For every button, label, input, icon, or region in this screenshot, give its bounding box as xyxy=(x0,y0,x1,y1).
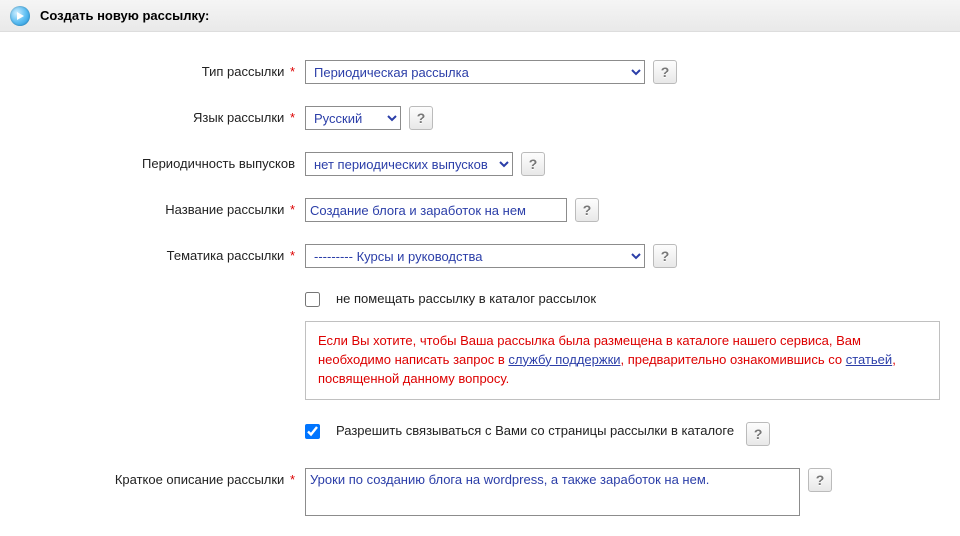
help-icon[interactable]: ? xyxy=(653,244,677,268)
page-title: Создать новую рассылку: xyxy=(40,8,209,23)
label-no-catalog: не помещать рассылку в каталог рассылок xyxy=(336,290,596,306)
select-periodicity[interactable]: нет периодических выпусков xyxy=(305,152,513,176)
checkbox-allow-contact[interactable] xyxy=(305,424,320,439)
page-header: Создать новую рассылку: xyxy=(0,0,960,32)
input-mailing-name[interactable] xyxy=(305,198,567,222)
label-period: Периодичность выпусков xyxy=(10,152,305,171)
help-icon[interactable]: ? xyxy=(521,152,545,176)
select-mailing-type[interactable]: Периодическая рассылка xyxy=(305,60,645,84)
required-mark: * xyxy=(286,110,295,125)
catalog-notice: Если Вы хотите, чтобы Ваша рассылка была… xyxy=(305,321,940,400)
link-article[interactable]: статьей xyxy=(846,352,892,367)
required-mark: * xyxy=(286,64,295,79)
checkbox-no-catalog[interactable] xyxy=(305,292,320,307)
help-icon[interactable]: ? xyxy=(575,198,599,222)
required-mark: * xyxy=(286,202,295,217)
label-allow-contact: Разрешить связываться с Вами со страницы… xyxy=(336,422,734,438)
link-support[interactable]: службу поддержки xyxy=(508,352,620,367)
help-icon[interactable]: ? xyxy=(808,468,832,492)
help-icon[interactable]: ? xyxy=(409,106,433,130)
label-name: Название рассылки * xyxy=(10,198,305,217)
label-lang: Язык рассылки * xyxy=(10,106,305,125)
select-topic[interactable]: --------- Курсы и руководства xyxy=(305,244,645,268)
label-topic: Тематика рассылки * xyxy=(10,244,305,263)
play-circle-icon xyxy=(10,6,30,26)
label-short-desc: Краткое описание рассылки * xyxy=(10,468,305,487)
help-icon[interactable]: ? xyxy=(746,422,770,446)
mailing-form: Тип рассылки * Периодическая рассылка ? … xyxy=(0,32,960,526)
required-mark: * xyxy=(286,472,295,487)
required-mark: * xyxy=(286,248,295,263)
select-mailing-lang[interactable]: Русский xyxy=(305,106,401,130)
textarea-short-desc[interactable]: Уроки по созданию блога на wordpress, а … xyxy=(305,468,800,516)
label-type: Тип рассылки * xyxy=(10,60,305,79)
help-icon[interactable]: ? xyxy=(653,60,677,84)
